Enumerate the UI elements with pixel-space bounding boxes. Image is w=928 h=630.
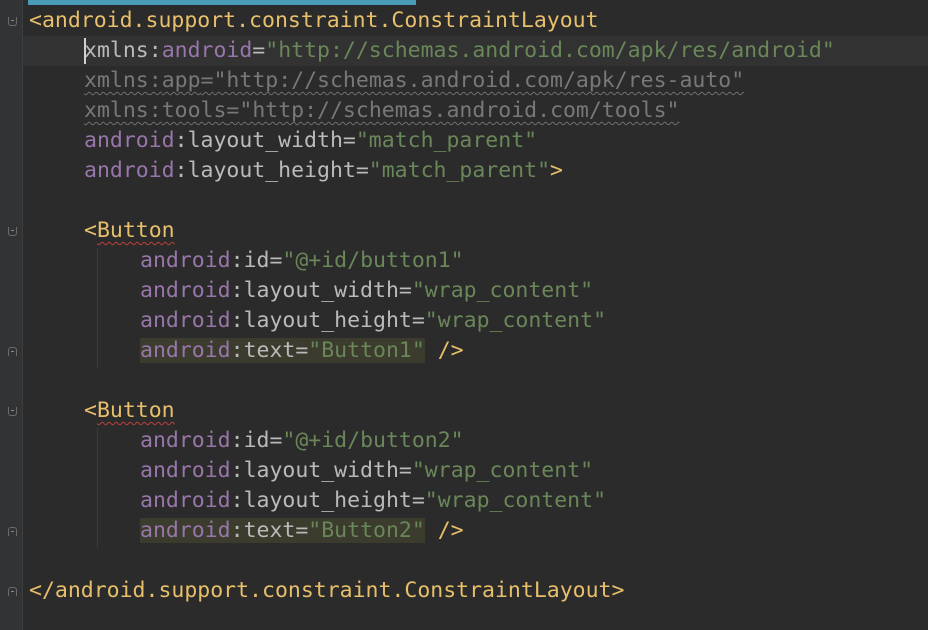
fold-open-icon[interactable]: [8, 227, 17, 236]
code-line-unused: xmlns:tools="http://schemas.android.com/…: [84, 98, 680, 123]
attr-name: app: [161, 68, 201, 93]
attr-name: layout_width: [243, 458, 399, 483]
root-open-tag: <android.support.constraint.ConstraintLa…: [29, 8, 599, 33]
attr-name: id: [243, 428, 270, 453]
hardcoded-text-highlight: android:text="Button2": [140, 518, 425, 543]
attr-value: "@+id/button2": [282, 428, 464, 453]
fold-close-icon[interactable]: [8, 527, 17, 536]
code-line-unused: xmlns:app="http://schemas.android.com/ap…: [84, 68, 745, 93]
attr-name: layout_height: [243, 488, 412, 513]
code-line: android:id="@+id/button1": [140, 248, 464, 273]
fold-open-icon[interactable]: [8, 17, 17, 26]
indent-guide: [97, 248, 98, 368]
code-line: <android.support.constraint.ConstraintLa…: [29, 6, 599, 36]
attr-name: layout_height: [187, 158, 356, 183]
gutter-separator: [22, 0, 23, 630]
code-line: android:layout_width="wrap_content": [140, 278, 594, 303]
fold-open-icon[interactable]: [8, 407, 17, 416]
attr-name: layout_height: [243, 308, 412, 333]
code-line: android:text="Button1" />: [140, 336, 464, 366]
code-line: <Button: [84, 398, 175, 423]
attr-value: "Button1": [308, 338, 425, 363]
attr-namespace: android: [140, 458, 231, 483]
attr-value: "@+id/button1": [282, 248, 464, 273]
code-line: xmlns:android="http://schemas.android.co…: [84, 38, 835, 63]
code-line: android:id="@+id/button2": [140, 428, 464, 453]
attr-namespace: android: [140, 428, 231, 453]
attr-name: text: [243, 518, 296, 543]
attr-name: android: [161, 38, 253, 63]
code-line: </android.support.constraint.ConstraintL…: [29, 576, 624, 606]
attr-value: "wrap_content": [424, 308, 607, 333]
attr-namespace: android: [140, 308, 231, 333]
code-line: <Button: [84, 218, 175, 243]
self-close-tag: />: [424, 518, 464, 543]
button-tag-name: Button: [96, 218, 175, 243]
attr-value: "wrap_content": [424, 488, 607, 513]
code-line: android:layout_width="wrap_content": [140, 458, 594, 483]
editor-tab-indicator: [28, 0, 416, 5]
attr-namespace: android: [140, 488, 231, 513]
attr-name: layout_width: [187, 128, 343, 153]
attr-namespace: android: [140, 278, 231, 303]
attr-value: "http://schemas.android.com/apk/res-auto…: [213, 68, 745, 93]
attr-namespace: android: [140, 518, 231, 543]
self-close-tag: />: [424, 338, 464, 363]
attr-namespace: android: [140, 248, 231, 273]
attr-namespace: android: [84, 158, 175, 183]
fold-close-icon[interactable]: [8, 587, 17, 596]
attr-name: tools: [161, 98, 227, 123]
attr-value: "wrap_content": [411, 278, 594, 303]
code-line: android:layout_height="wrap_content": [140, 308, 607, 333]
attr-namespace: android: [140, 338, 231, 363]
attr-value: "Button2": [308, 518, 425, 543]
attr-name: id: [243, 248, 270, 273]
code-line: android:layout_height="match_parent">: [84, 158, 563, 183]
attr-value: "http://schemas.android.com/apk/res/andr…: [265, 38, 835, 63]
code-line: android:layout_width="match_parent": [84, 128, 538, 153]
attr-namespace: xmlns: [84, 98, 149, 123]
attr-value: "http://schemas.android.com/tools": [239, 98, 680, 123]
attr-name: text: [243, 338, 296, 363]
fold-close-icon[interactable]: [8, 347, 17, 356]
attr-namespace: xmlns: [84, 68, 149, 93]
attr-namespace: android: [84, 128, 175, 153]
code-line: android:text="Button2" />: [140, 516, 464, 546]
attr-name: layout_width: [243, 278, 399, 303]
attr-namespace: xmlns: [84, 38, 149, 63]
hardcoded-text-highlight: android:text="Button1": [140, 338, 425, 363]
attr-value: "wrap_content": [411, 458, 594, 483]
tag-close-bracket: >: [550, 158, 563, 183]
attr-value: "match_parent": [355, 128, 538, 153]
button-tag-name: Button: [96, 398, 175, 423]
root-close-tag: </android.support.constraint.ConstraintL…: [29, 578, 625, 603]
text-caret: [84, 38, 86, 64]
attr-value: "match_parent": [368, 158, 551, 183]
indent-guide: [97, 428, 98, 548]
code-editor[interactable]: <android.support.constraint.ConstraintLa…: [0, 0, 928, 630]
code-line: android:layout_height="wrap_content": [140, 488, 607, 513]
